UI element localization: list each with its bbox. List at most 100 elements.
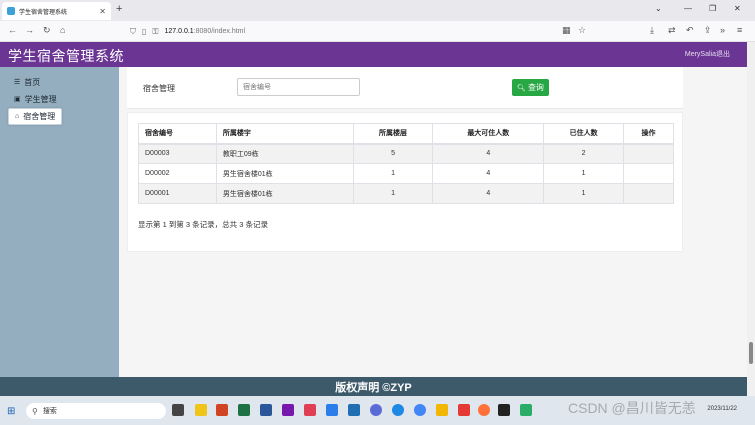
table-cell: 男生宿舍楼01栋 xyxy=(215,183,354,204)
bars-icon: ☰ xyxy=(14,79,21,86)
column-header[interactable]: 所属楼层 xyxy=(352,123,434,145)
user-logout-link[interactable]: MerySalia退出 xyxy=(685,49,730,59)
app-icon[interactable] xyxy=(458,404,470,416)
edge-icon[interactable] xyxy=(392,404,404,416)
tab-title: 学生宿舍管理系统 xyxy=(19,9,68,16)
wechat-icon[interactable] xyxy=(520,404,532,416)
column-header[interactable]: 最大可住人数 xyxy=(432,123,545,145)
ide-icon[interactable] xyxy=(304,404,316,416)
favicon-icon xyxy=(7,7,15,15)
table-row[interactable]: D00001 男生宿舍楼01栋 1 4 1 xyxy=(138,183,674,204)
tab-list-chevron-icon[interactable]: ⌄ xyxy=(655,4,662,13)
page-icon: ▯ xyxy=(142,27,147,36)
table-cell: 4 xyxy=(432,143,545,164)
restore-icon[interactable]: ❐ xyxy=(709,4,716,13)
onenote-icon[interactable] xyxy=(282,404,294,416)
sidebar-item-label: 学生管理 xyxy=(24,94,57,104)
home-icon: ⌂ xyxy=(15,113,20,120)
taskbar-search-label: 搜索 xyxy=(42,408,57,415)
menu-icon[interactable]: ≡ xyxy=(737,25,742,35)
user-icon: ▣ xyxy=(14,96,21,103)
table-cell: 1 xyxy=(543,163,625,184)
key-icon: ⚿ xyxy=(152,26,159,36)
browser-toolbar: ← → ↻ ⌂ ⛉ ▯ ⚿ 127.0.0.1 :8080/index.html… xyxy=(0,21,755,42)
search-button-label: 查询 xyxy=(527,83,544,92)
table-cell: 男生宿舍楼01栋 xyxy=(215,163,354,184)
taskbar-date[interactable]: 2023/11/22 xyxy=(707,406,737,412)
column-header: 操作 xyxy=(623,123,674,145)
table-row[interactable]: D00002 男生宿舍楼01栋 1 4 1 xyxy=(138,163,674,184)
table-cell: 教职工09栋 xyxy=(215,143,354,164)
sidebar: ☰ 首页 ▣ 学生管理 ⌂ 宿舍管理 xyxy=(0,67,119,377)
table-cell: D00001 xyxy=(138,183,217,204)
scrollbar-thumb[interactable] xyxy=(749,342,753,364)
browser-tab-bar: 学生宿舍管理系统 ✕ + ⌄ — ❐ ✕ xyxy=(0,0,755,21)
table-cell: 4 xyxy=(432,183,545,204)
word-icon[interactable] xyxy=(260,404,272,416)
new-tab-button[interactable]: + xyxy=(116,3,122,15)
home-icon[interactable]: ⌂ xyxy=(60,25,65,35)
more-tools-icon[interactable]: » xyxy=(720,25,725,35)
table-cell: 1 xyxy=(352,163,434,184)
app-title: 学生宿舍管理系统 xyxy=(8,48,124,64)
sidebar-item-students[interactable]: ▣ 学生管理 xyxy=(8,92,63,106)
app-icon[interactable] xyxy=(348,404,360,416)
windows-start-icon[interactable]: ⊞ xyxy=(7,406,15,417)
main-content: 宿舍管理 🔍︎ 查询 宿舍编号 所属楼宇 所属楼层 最大可住人数 已住人数 操作… xyxy=(119,67,747,377)
page-footer: 版权声明 ©ZYP xyxy=(0,377,747,396)
url-host: 127.0.0.1 xyxy=(164,28,194,35)
folder-icon[interactable] xyxy=(436,404,448,416)
reload-icon[interactable]: ↻ xyxy=(43,25,51,36)
shield-icon: ⛉ xyxy=(130,26,136,36)
table-cell-actions xyxy=(623,163,674,184)
address-bar[interactable]: ⛉ ▯ ⚿ 127.0.0.1 :8080/index.html xyxy=(130,24,590,39)
tab-close-icon[interactable]: ✕ xyxy=(99,7,106,16)
table-cell: D00002 xyxy=(138,163,217,184)
app-icon[interactable] xyxy=(370,404,382,416)
search-panel: 宿舍管理 🔍︎ 查询 xyxy=(127,67,683,109)
qr-code-icon[interactable]: ▦ xyxy=(562,25,571,36)
column-header[interactable]: 宿舍编号 xyxy=(138,123,217,145)
table-row[interactable]: D00003 教职工09栋 5 4 2 xyxy=(138,143,674,164)
close-window-icon[interactable]: ✕ xyxy=(734,4,741,13)
csdn-watermark: CSDN @昌川皆无恙 xyxy=(568,400,696,416)
undo-icon[interactable]: ↶ xyxy=(686,25,694,36)
chrome-icon[interactable] xyxy=(414,404,426,416)
firefox-icon[interactable] xyxy=(478,404,490,416)
download-icon[interactable]: ⤓ xyxy=(650,25,654,36)
column-header[interactable]: 已住人数 xyxy=(543,123,625,145)
back-icon[interactable]: ← xyxy=(8,25,17,35)
bookmark-star-icon[interactable]: ☆ xyxy=(578,25,586,36)
page-scrollbar[interactable] xyxy=(747,42,755,396)
table-cell-actions xyxy=(623,183,674,204)
search-icon: 🔍︎ xyxy=(517,84,526,92)
sidebar-item-home[interactable]: ☰ 首页 xyxy=(8,75,46,89)
extensions-icon[interactable]: ⇄ xyxy=(668,25,676,36)
minimize-icon[interactable]: — xyxy=(684,4,692,13)
app-icon[interactable] xyxy=(195,404,207,416)
table-header-row: 宿舍编号 所属楼宇 所属楼层 最大可住人数 已住人数 操作 xyxy=(138,123,674,145)
sidebar-item-dorms[interactable]: ⌂ 宿舍管理 xyxy=(8,108,63,125)
search-icon: ⚲ xyxy=(32,406,38,416)
task-view-icon[interactable] xyxy=(172,404,184,416)
table-cell: D00003 xyxy=(138,143,217,164)
forward-icon[interactable]: → xyxy=(25,25,34,35)
browser-tab[interactable]: 学生宿舍管理系统 ✕ xyxy=(2,2,111,20)
qq-icon[interactable] xyxy=(498,404,510,416)
excel-icon[interactable] xyxy=(238,404,250,416)
table-cell: 4 xyxy=(432,163,545,184)
dorm-table: 宿舍编号 所属楼宇 所属楼层 最大可住人数 已住人数 操作 D00003 教职工… xyxy=(138,123,674,204)
dorm-number-input[interactable] xyxy=(237,78,360,96)
app-icon[interactable] xyxy=(326,404,338,416)
powerpoint-icon[interactable] xyxy=(216,404,228,416)
search-button[interactable]: 🔍︎ 查询 xyxy=(512,79,549,96)
taskbar-search[interactable]: ⚲ 搜索 xyxy=(26,403,166,419)
app-header: 学生宿舍管理系统 MerySalia退出 xyxy=(0,42,747,67)
table-cell: 1 xyxy=(352,183,434,204)
column-header[interactable]: 所属楼宇 xyxy=(215,123,354,145)
table-panel: 宿舍编号 所属楼宇 所属楼层 最大可住人数 已住人数 操作 D00003 教职工… xyxy=(127,112,683,252)
sidebar-item-label: 宿舍管理 xyxy=(23,112,56,121)
url-path: :8080/index.html xyxy=(193,28,246,35)
table-cell-actions xyxy=(623,143,674,164)
share-icon[interactable]: ⇪ xyxy=(704,25,712,36)
